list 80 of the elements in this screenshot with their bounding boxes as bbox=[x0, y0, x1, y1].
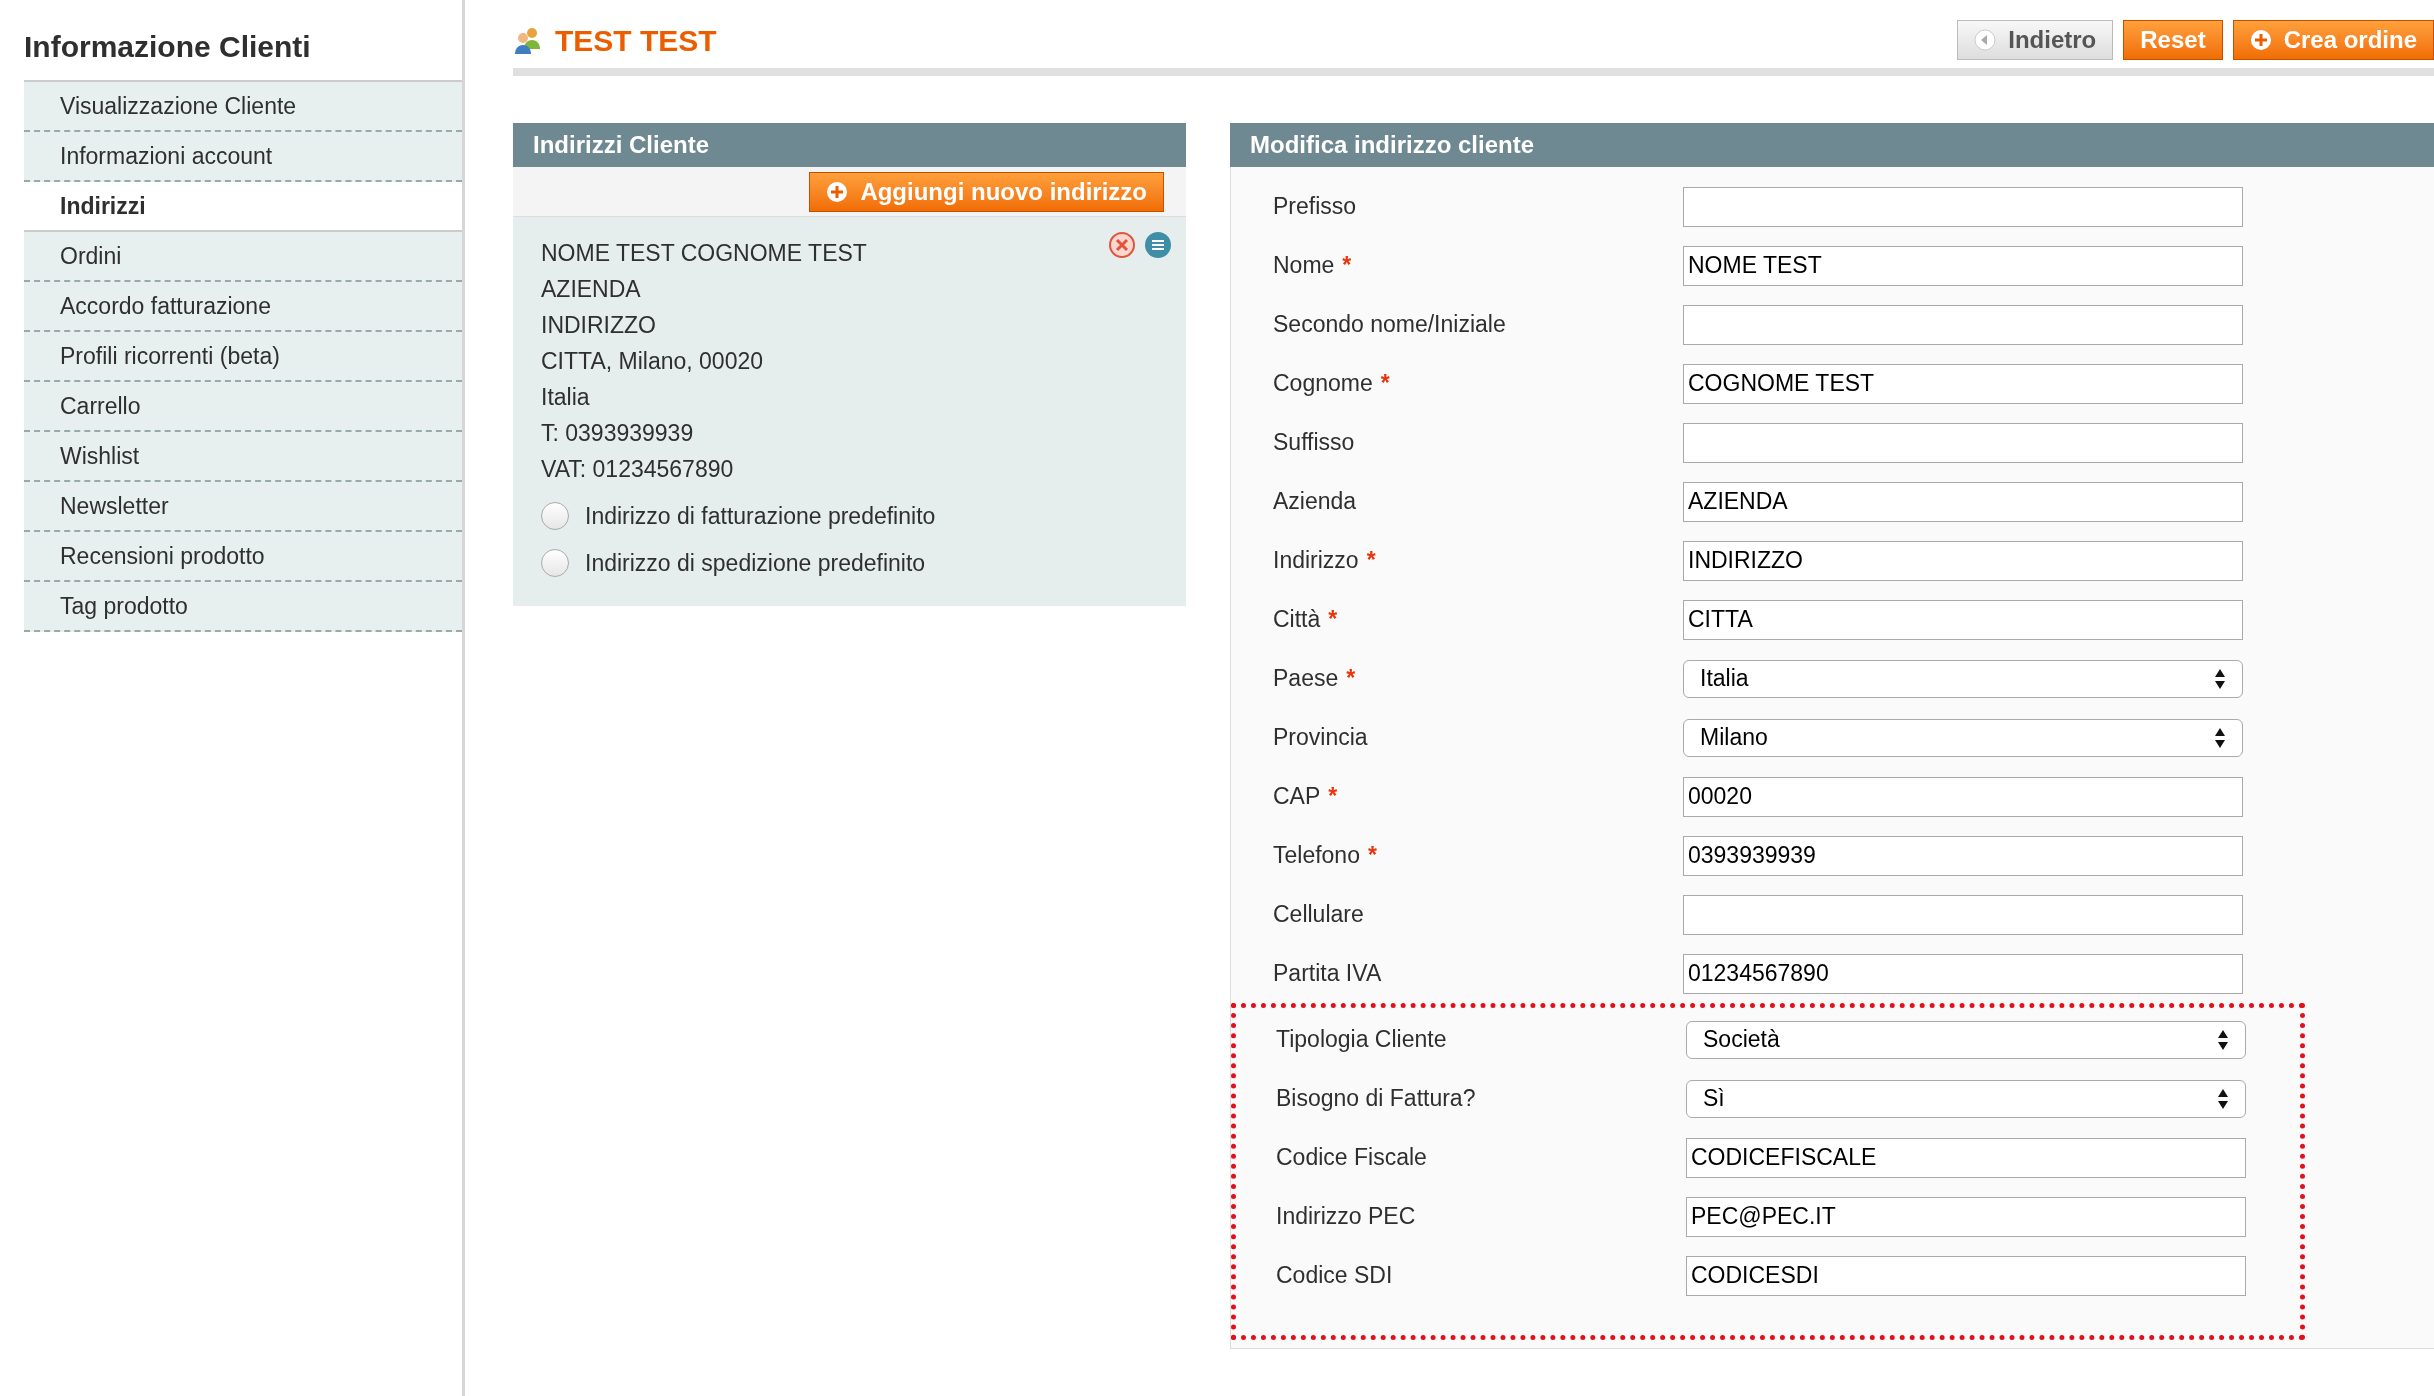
input-field[interactable]: PEC@PEC.IT bbox=[1686, 1196, 2246, 1237]
sidebar-item[interactable]: Recensioni prodotto bbox=[24, 532, 462, 582]
select-arrows-icon bbox=[2214, 726, 2226, 749]
field-label: Indirizzo PEC bbox=[1276, 1202, 1416, 1232]
required-mark: * bbox=[1366, 546, 1376, 576]
field-label: Prefisso bbox=[1273, 192, 1357, 222]
field-label: Nome bbox=[1273, 251, 1335, 281]
address-line: CITTA, Milano, 00020 bbox=[541, 346, 763, 376]
input-field[interactable]: CITTA bbox=[1683, 599, 2243, 640]
field-label: Telefono bbox=[1273, 841, 1360, 871]
field-label: Suffisso bbox=[1273, 428, 1355, 458]
field-label: Tipologia Cliente bbox=[1276, 1025, 1447, 1055]
sidebar-item[interactable]: Newsletter bbox=[24, 482, 462, 532]
address-line: NOME TEST COGNOME TEST bbox=[541, 238, 867, 268]
input-field[interactable] bbox=[1683, 422, 2243, 463]
input-field[interactable]: CODICEFISCALE bbox=[1686, 1137, 2246, 1178]
select-field[interactable]: Milano bbox=[1683, 718, 2243, 757]
edit-icon[interactable] bbox=[1144, 231, 1172, 259]
field-label: Azienda bbox=[1273, 487, 1357, 517]
sidebar-item[interactable]: Carrello bbox=[24, 382, 462, 432]
address-line: AZIENDA bbox=[541, 274, 641, 304]
select-arrows-icon bbox=[2214, 667, 2226, 690]
plus-icon bbox=[2249, 29, 2272, 51]
address-line: VAT: 01234567890 bbox=[541, 454, 734, 484]
field-label: Secondo nome/Iniziale bbox=[1273, 310, 1506, 340]
radio-label: Indirizzo di spedizione predefinito bbox=[585, 548, 926, 578]
input-field[interactable]: AZIENDA bbox=[1683, 481, 2243, 522]
input-field[interactable] bbox=[1683, 304, 2243, 345]
select-arrows-icon bbox=[2217, 1087, 2229, 1110]
required-mark: * bbox=[1328, 605, 1338, 635]
plus-icon bbox=[826, 180, 849, 203]
address-line: INDIRIZZO bbox=[541, 310, 656, 340]
input-field[interactable]: INDIRIZZO bbox=[1683, 540, 2243, 581]
users-icon bbox=[513, 25, 543, 55]
select-field[interactable]: Società bbox=[1686, 1020, 2246, 1059]
field-label: CAP bbox=[1273, 782, 1321, 812]
sidebar-item[interactable]: Accordo fatturazione bbox=[24, 282, 462, 332]
panel-header: Indirizzi Cliente bbox=[513, 123, 1186, 167]
field-label: Codice SDI bbox=[1276, 1261, 1393, 1291]
radio-button[interactable] bbox=[541, 502, 569, 531]
delete-icon[interactable] bbox=[1108, 231, 1136, 259]
address-line: T: 0393939939 bbox=[541, 418, 694, 448]
input-field[interactable] bbox=[1683, 186, 2243, 227]
sidebar-item[interactable]: Tag prodotto bbox=[24, 582, 462, 632]
field-label: Paese bbox=[1273, 664, 1339, 694]
required-mark: * bbox=[1328, 782, 1338, 812]
panel-header: Modifica indirizzo cliente bbox=[1230, 123, 2434, 167]
sidebar-title: Informazione Clienti bbox=[24, 29, 312, 65]
sidebar-item[interactable]: Ordini bbox=[24, 232, 462, 282]
field-label: Bisogno di Fattura? bbox=[1276, 1084, 1476, 1114]
sidebar-item[interactable]: Profili ricorrenti (beta) bbox=[24, 332, 462, 382]
select-field[interactable]: Sì bbox=[1686, 1079, 2246, 1118]
radio-label: Indirizzo di fatturazione predefinito bbox=[585, 502, 936, 531]
address-line: Italia bbox=[541, 382, 590, 412]
input-field[interactable]: NOME TEST bbox=[1683, 245, 2243, 286]
back-button[interactable]: Indietro bbox=[1957, 20, 2114, 60]
required-mark: * bbox=[1346, 664, 1356, 694]
field-label: Città bbox=[1273, 605, 1321, 635]
field-label: Cellulare bbox=[1273, 900, 1364, 930]
sidebar-item[interactable]: Visualizzazione Cliente bbox=[24, 82, 462, 132]
input-field[interactable] bbox=[1683, 894, 2243, 935]
field-label: Provincia bbox=[1273, 723, 1368, 753]
input-field[interactable]: 0393939939 bbox=[1683, 835, 2243, 876]
select-field[interactable]: Italia bbox=[1683, 659, 2243, 698]
field-label: Partita IVA bbox=[1273, 959, 1382, 989]
input-field[interactable]: 00020 bbox=[1683, 776, 2243, 817]
input-field[interactable]: 01234567890 bbox=[1683, 953, 2243, 994]
required-mark: * bbox=[1367, 841, 1377, 871]
required-mark: * bbox=[1380, 369, 1390, 399]
input-field[interactable]: COGNOME TEST bbox=[1683, 363, 2243, 404]
select-arrows-icon bbox=[2217, 1028, 2229, 1051]
sidebar-item[interactable]: Informazioni account bbox=[24, 132, 462, 182]
input-field[interactable]: CODICESDI bbox=[1686, 1255, 2246, 1296]
field-label: Indirizzo bbox=[1273, 546, 1359, 576]
sidebar-item[interactable]: Wishlist bbox=[24, 432, 462, 482]
field-label: Cognome bbox=[1273, 369, 1373, 399]
page-title: TEST TEST bbox=[555, 22, 717, 59]
radio-button[interactable] bbox=[541, 548, 569, 577]
required-mark: * bbox=[1342, 251, 1352, 281]
field-label: Codice Fiscale bbox=[1276, 1143, 1427, 1173]
